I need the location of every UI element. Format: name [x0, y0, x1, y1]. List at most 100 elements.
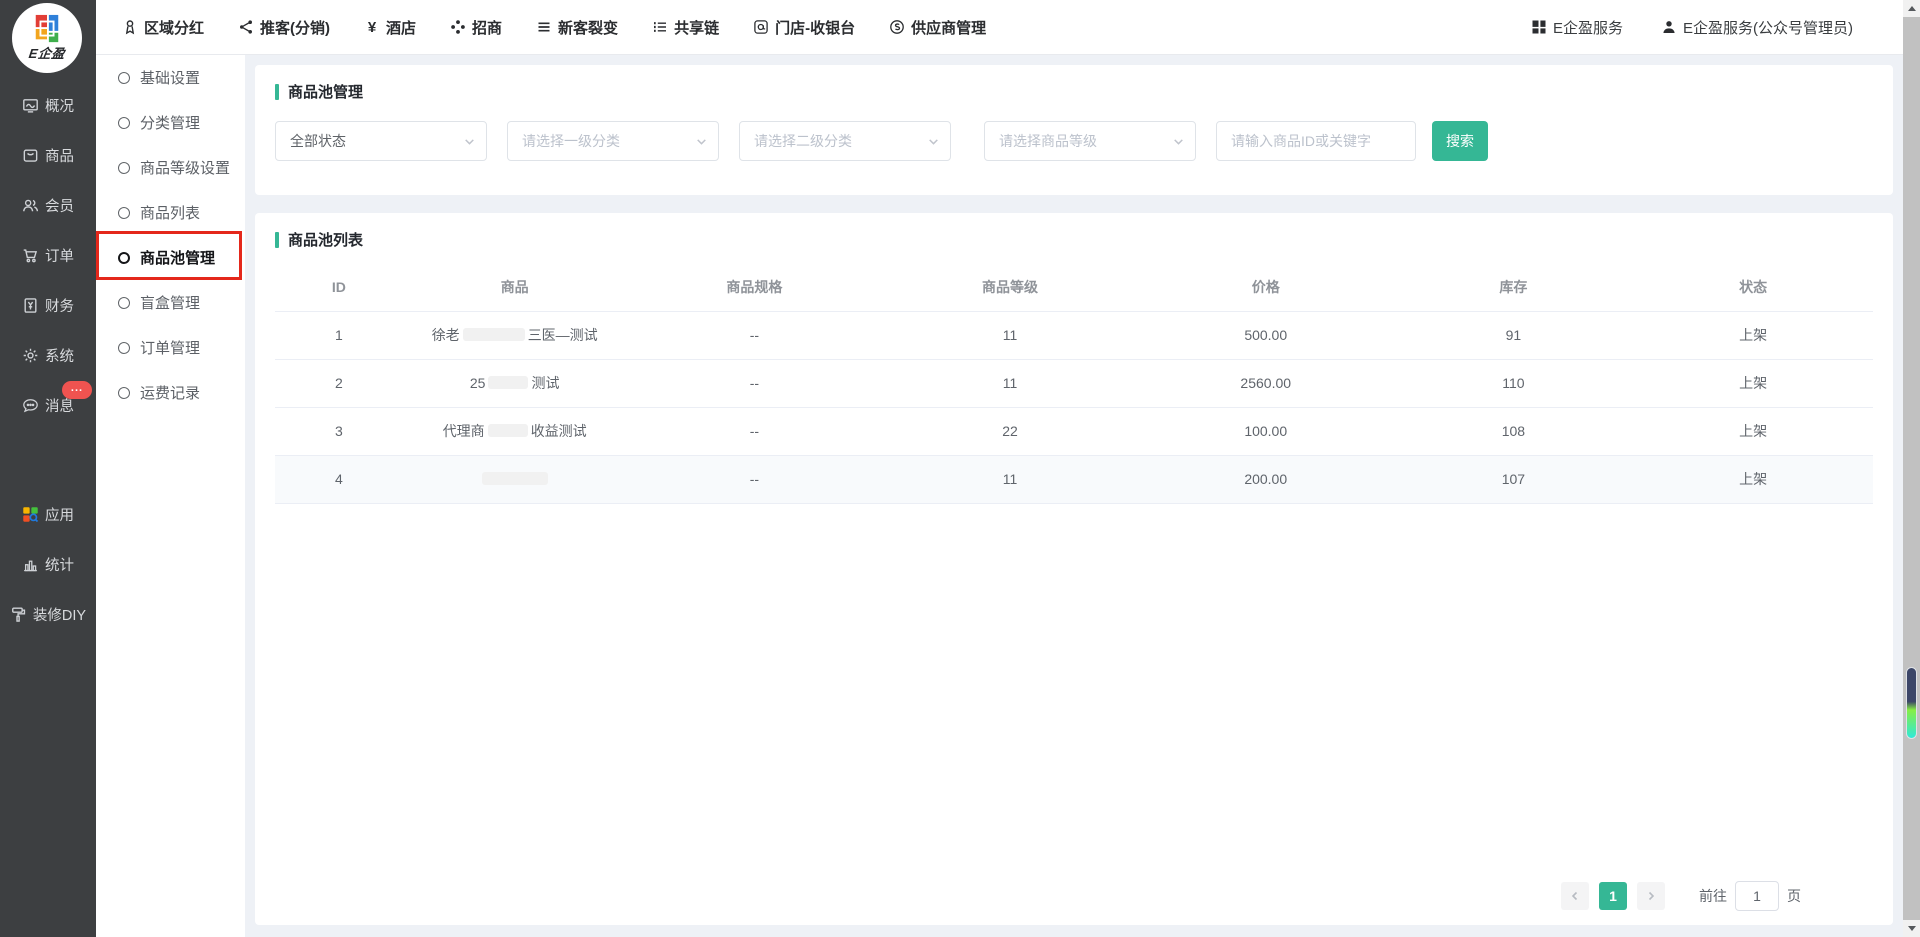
sidebar-item-overview[interactable]: 概况	[0, 80, 96, 130]
messages-icon	[22, 397, 39, 414]
nav-supplier-management[interactable]: 供应商管理	[889, 17, 986, 38]
goods-name: 徐老三医—测试	[403, 311, 627, 359]
filter-card-header: 商品池管理	[255, 65, 1893, 102]
cluster-icon	[450, 19, 466, 35]
goods-level: 11	[882, 455, 1138, 503]
sidebar-item-decorate-diy-label: 装修DIY	[33, 604, 86, 625]
goods-spec: --	[627, 359, 883, 407]
sidebar-item-system[interactable]: 系统	[0, 330, 96, 380]
status-select[interactable]: 全部状态	[275, 121, 487, 161]
goods-level-select[interactable]: 请选择商品等级	[984, 121, 1196, 161]
service-entry[interactable]: E企盈服务	[1531, 17, 1623, 38]
keyword-input[interactable]	[1216, 121, 1416, 161]
scrollbar-thumb[interactable]	[1903, 17, 1920, 920]
scroll-up-button[interactable]	[1903, 0, 1920, 17]
diy-icon	[10, 606, 27, 623]
next-page-button[interactable]	[1637, 882, 1665, 910]
supplier-icon	[889, 19, 905, 35]
app-logo[interactable]: E企盈	[12, 3, 82, 73]
column-header: 状态	[1633, 263, 1873, 311]
submenu-items: 基础设置分类管理商品等级设置商品列表商品池管理盲盒管理订单管理运费记录	[96, 55, 245, 415]
redacted-text	[482, 472, 548, 485]
nav-sharing-chain[interactable]: 共享链	[652, 17, 719, 38]
status-label: 上架	[1633, 407, 1873, 455]
goods-level-placeholder: 请选择商品等级	[999, 131, 1097, 151]
sidebar-item-orders[interactable]: 订单	[0, 230, 96, 280]
submenu-item-goods-list[interactable]: 商品列表	[96, 190, 245, 235]
sidebar-item-messages[interactable]: 消息...	[0, 380, 96, 430]
sidebar-item-goods-label: 商品	[45, 145, 74, 166]
orders-icon	[22, 247, 39, 264]
column-header: 商品规格	[627, 263, 883, 311]
filter-card: 商品池管理 全部状态 请选择一级分类 请选择二级分类 请选择商品等级 搜索	[255, 65, 1893, 195]
overview-icon	[22, 97, 39, 114]
redacted-text	[488, 376, 528, 389]
column-header: 价格	[1138, 263, 1394, 311]
status-label: 上架	[1633, 455, 1873, 503]
status-select-value: 全部状态	[290, 131, 346, 151]
row-id: 3	[275, 407, 403, 455]
goods-spec: --	[627, 311, 883, 359]
section-accent-bar	[275, 84, 279, 100]
vertical-scrollbar[interactable]	[1903, 0, 1920, 937]
submenu-item-category-management[interactable]: 分类管理	[96, 100, 245, 145]
chevron-down-icon	[927, 135, 940, 148]
radio-circle-icon	[118, 72, 130, 84]
submenu-item-order-management[interactable]: 订单管理	[96, 325, 245, 370]
goods-level: 22	[882, 407, 1138, 455]
scroll-down-button[interactable]	[1903, 920, 1920, 937]
logo-text: E企盈	[28, 43, 67, 62]
secondary-sidebar: 基础设置分类管理商品等级设置商品列表商品池管理盲盒管理订单管理运费记录	[96, 55, 245, 937]
table-row: 225测试--112560.00110上架	[275, 359, 1873, 407]
sidebar-item-system-label: 系统	[45, 345, 74, 366]
topbar-right: E企盈服务 E企盈服务(公众号管理员)	[1531, 17, 1853, 38]
prev-page-button[interactable]	[1561, 882, 1589, 910]
sidebar-item-members[interactable]: 会员	[0, 180, 96, 230]
nav-new-customer-fission[interactable]: 新客裂变	[536, 17, 618, 38]
goods-pool-list-card: 商品池列表 ID商品商品规格商品等级价格库存状态 1徐老三医—测试--11500…	[255, 213, 1893, 925]
sidebar-item-stats-label: 统计	[45, 554, 74, 575]
goto-label: 前往	[1699, 886, 1727, 906]
nav-store-cashier[interactable]: 门店-收银台	[753, 17, 855, 38]
cashier-icon	[753, 19, 769, 35]
submenu-item-goods-level-settings[interactable]: 商品等级设置	[96, 145, 245, 190]
submenu-item-basic-settings[interactable]: 基础设置	[96, 55, 245, 100]
radio-circle-icon	[118, 297, 130, 309]
sidebar-item-apps[interactable]: 应用	[0, 489, 96, 539]
nav-tuike-distribution[interactable]: 推客(分销)	[238, 17, 330, 38]
sidebar-item-stats[interactable]: 统计	[0, 539, 96, 589]
yen-icon: ¥	[364, 19, 380, 35]
goods-stock: 91	[1394, 311, 1634, 359]
submenu-item-blindbox-management-label: 盲盒管理	[140, 292, 200, 313]
search-button[interactable]: 搜索	[1432, 121, 1488, 161]
submenu-item-freight-records[interactable]: 运费记录	[96, 370, 245, 415]
stats-icon	[22, 556, 39, 573]
sidebar-item-goods[interactable]: 商品	[0, 130, 96, 180]
submenu-item-blindbox-management[interactable]: 盲盒管理	[96, 280, 245, 325]
category-level2-select[interactable]: 请选择二级分类	[739, 121, 951, 161]
row-id: 4	[275, 455, 403, 503]
goto-page-input[interactable]	[1735, 881, 1779, 911]
scroll-position-indicator	[1906, 667, 1917, 739]
nav-investment[interactable]: 招商	[450, 17, 502, 38]
table-body: 1徐老三医—测试--11500.0091上架225测试--112560.0011…	[275, 311, 1873, 503]
nav-hotel[interactable]: ¥酒店	[364, 17, 416, 38]
sidebar-item-finance[interactable]: 财务	[0, 280, 96, 330]
region-bonus-icon	[122, 19, 138, 35]
submenu-item-goods-pool-management[interactable]: 商品池管理	[96, 235, 245, 280]
category-level1-select[interactable]: 请选择一级分类	[507, 121, 719, 161]
nav-region-bonus[interactable]: 区域分红	[122, 17, 204, 38]
nav-region-bonus-label: 区域分红	[144, 17, 204, 38]
radio-circle-icon	[118, 207, 130, 219]
sidebar-item-decorate-diy[interactable]: 装修DIY	[0, 589, 96, 639]
column-header: 商品等级	[882, 263, 1138, 311]
section-accent-bar	[275, 232, 279, 248]
table-row: 4--11200.00107上架	[275, 455, 1873, 503]
chevron-down-icon	[1172, 135, 1185, 148]
page-number-button[interactable]: 1	[1599, 882, 1627, 910]
account-entry[interactable]: E企盈服务(公众号管理员)	[1661, 17, 1853, 38]
account-entry-label: E企盈服务(公众号管理员)	[1683, 17, 1853, 38]
nav-sharing-chain-label: 共享链	[674, 17, 719, 38]
goods-stock: 110	[1394, 359, 1634, 407]
topbar: 区域分红推客(分销)¥酒店招商新客裂变共享链门店-收银台供应商管理 E企盈服务E…	[0, 0, 1920, 55]
